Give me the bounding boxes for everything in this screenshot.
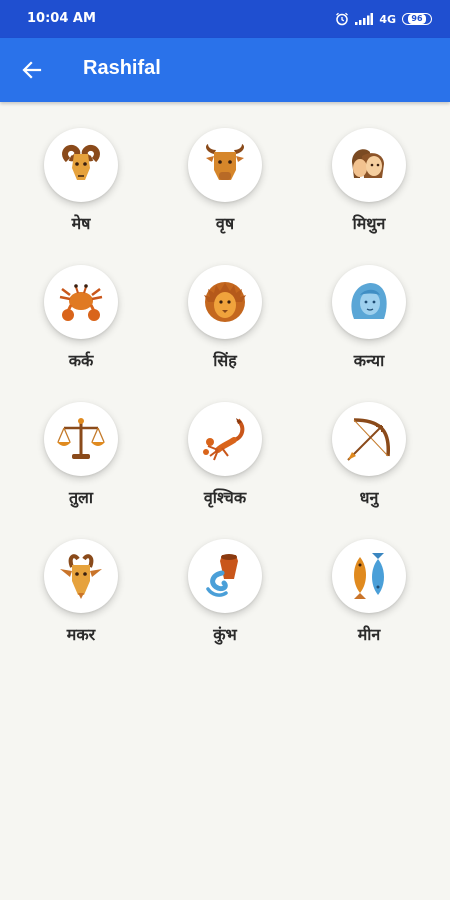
back-arrow-icon[interactable]	[20, 58, 44, 82]
sign-label: मीन	[357, 625, 381, 644]
status-icons: 4G 96	[335, 10, 432, 28]
sign-item-dhanu[interactable]: धनु	[297, 402, 441, 539]
fish-icon	[354, 553, 384, 599]
alarm-icon	[336, 12, 349, 26]
sign-item-mesh[interactable]: मेष	[9, 128, 153, 265]
sign-icon-button[interactable]	[188, 128, 262, 202]
sign-icon-button[interactable]	[332, 539, 406, 613]
sign-icon-button[interactable]	[188, 265, 262, 339]
sign-item-tula[interactable]: तुला	[9, 402, 153, 539]
sign-item-singh[interactable]: सिंह	[153, 265, 297, 402]
sign-icon-button[interactable]	[188, 402, 262, 476]
sign-label: तुला	[68, 488, 94, 507]
sign-label: मकर	[66, 625, 96, 644]
sign-icon-button[interactable]	[44, 128, 118, 202]
sign-item-vrishchik[interactable]: वृश्चिक	[153, 402, 297, 539]
sign-label: धनु	[359, 488, 379, 507]
sign-item-kanya[interactable]: कन्या	[297, 265, 441, 402]
sign-label: मिथुन	[352, 214, 386, 233]
sign-item-mithun[interactable]: मिथुन	[297, 128, 441, 265]
sign-icon-button[interactable]	[44, 539, 118, 613]
sign-label: कुंभ	[213, 625, 237, 644]
sign-item-meen[interactable]: मीन	[297, 539, 441, 676]
maiden-icon	[351, 283, 387, 319]
sign-label: मेष	[71, 214, 91, 233]
ram-icon	[62, 144, 100, 180]
battery-icon: 96	[402, 13, 432, 25]
sign-label: कर्क	[68, 351, 94, 370]
sign-label: वृष	[215, 214, 235, 233]
sign-icon-button[interactable]	[44, 402, 118, 476]
sign-label: सिंह	[213, 351, 237, 370]
status-bar: 10:04 AM 4G 96	[0, 0, 450, 38]
scorpion-icon	[203, 418, 245, 461]
scales-icon	[57, 418, 105, 459]
sign-label: कन्या	[353, 351, 385, 370]
zodiac-grid: मेष वृष मिथुन कर्क सिंह कन्या तुला वृश्च…	[9, 128, 441, 676]
sign-icon-button[interactable]	[332, 128, 406, 202]
twins-icon	[352, 149, 384, 178]
water-bearer-icon	[206, 554, 238, 597]
lion-icon	[204, 282, 246, 322]
battery-level: 96	[408, 14, 426, 24]
sign-item-makar[interactable]: मकर	[9, 539, 153, 676]
bow-arrow-icon	[347, 418, 391, 461]
signal-icon	[355, 13, 374, 25]
sign-item-vrish[interactable]: वृष	[153, 128, 297, 265]
sign-icon-button[interactable]	[44, 265, 118, 339]
page-title: Rashifal	[83, 57, 161, 79]
goat-icon	[60, 554, 102, 599]
crab-icon	[59, 284, 103, 321]
sign-item-kumbh[interactable]: कुंभ	[153, 539, 297, 676]
sign-icon-button[interactable]	[332, 265, 406, 339]
sign-item-kark[interactable]: कर्क	[9, 265, 153, 402]
sign-icon-button[interactable]	[332, 402, 406, 476]
network-type: 4G	[379, 12, 396, 26]
sign-icon-button[interactable]	[188, 539, 262, 613]
status-time: 10:04 AM	[27, 11, 96, 26]
app-bar: Rashifal	[0, 38, 450, 102]
sign-label: वृश्चिक	[203, 488, 247, 507]
bull-icon	[206, 144, 244, 180]
